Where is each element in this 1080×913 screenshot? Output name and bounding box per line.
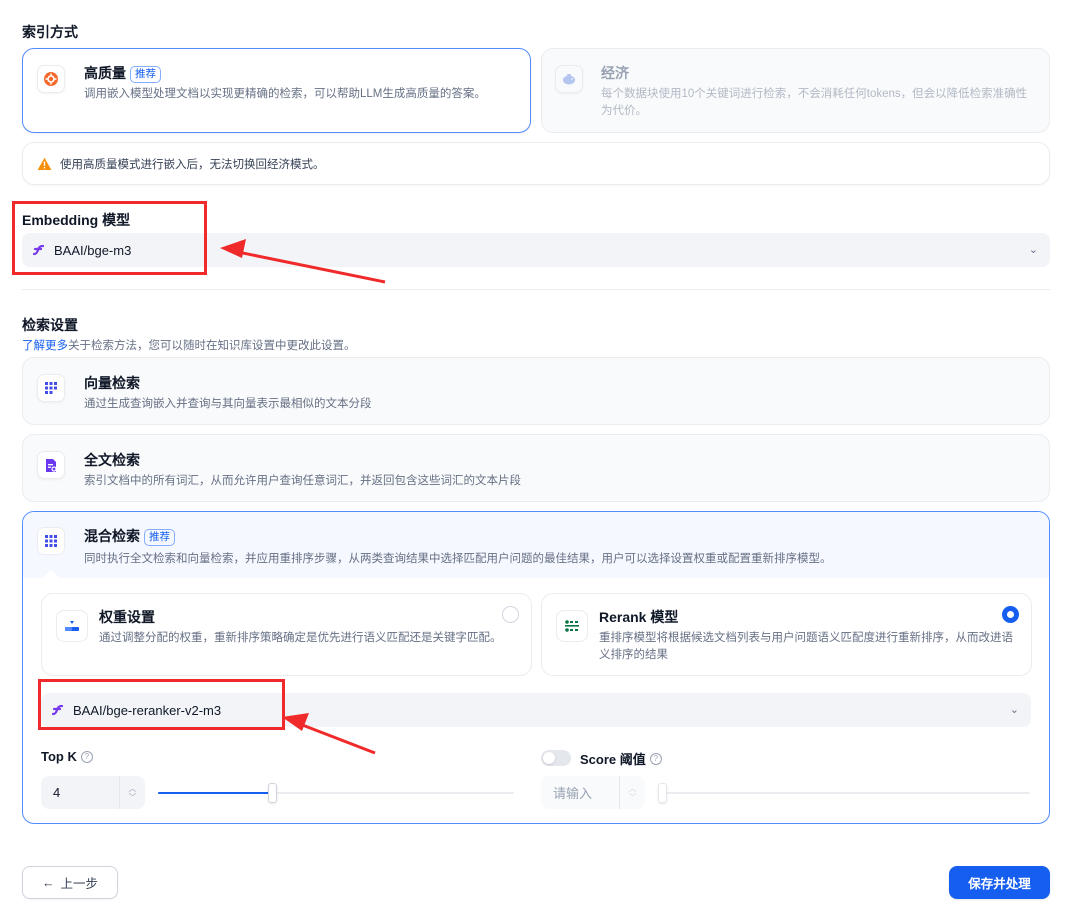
vector-grid-icon	[37, 374, 65, 402]
weight-settings-radio[interactable]	[502, 606, 519, 623]
rerank-highlight-box	[38, 679, 285, 730]
score-threshold-slider[interactable]	[658, 783, 1030, 803]
top-k-slider-thumb[interactable]	[268, 783, 277, 803]
help-icon[interactable]: ?	[649, 752, 662, 765]
stepper-down-icon: ﹀	[128, 792, 137, 802]
weight-settings-option[interactable]: 权重设置 通过调整分配的权重，重新排序策略确定是优先进行语义匹配还是关键字匹配。	[41, 593, 532, 676]
hybrid-header	[23, 512, 1049, 578]
high-quality-title: 高质量 推荐	[84, 63, 161, 83]
mode-warning: 使用高质量模式进行嵌入后，无法切换回经济模式。	[22, 142, 1050, 185]
help-icon[interactable]: ?	[80, 750, 93, 763]
top-k-slider[interactable]	[158, 783, 514, 803]
rerank-model-desc: 重排序模型将根据候选文档列表与用户问题语义匹配度进行重新排序，从而改进语义排序的…	[599, 632, 1013, 661]
retrieval-title: 检索设置	[22, 317, 78, 333]
rerank-model-option[interactable]: Rerank 模型 重排序模型将根据候选文档列表与用户问题语义匹配度进行重新排序…	[541, 593, 1032, 676]
rerank-model-title: Rerank 模型	[599, 609, 679, 625]
top-k-stepper[interactable]: ︿ ﹀	[119, 776, 145, 809]
hybrid-search-option[interactable]: 混合检索 推荐 同时执行全文检索和向量检索，并应用重排序步骤，从两类查询结果中选择…	[22, 511, 1050, 824]
embedding-highlight-box	[12, 201, 207, 275]
weight-settings-desc: 通过调整分配的权重，重新排序策略确定是优先进行语义匹配还是关键字匹配。	[99, 632, 502, 644]
hybrid-desc: 同时执行全文检索和向量检索，并应用重排序步骤，从两类查询结果中选择匹配用户问题的…	[84, 553, 832, 565]
score-threshold-toggle[interactable]	[541, 750, 571, 766]
high-quality-option[interactable]: 高质量 推荐 调用嵌入模型处理文档以实现更精确的检索，可以帮助LLM生成高质量的答…	[22, 48, 531, 133]
document-search-icon	[37, 451, 65, 479]
fulltext-search-option[interactable]: 全文检索 索引文档中的所有词汇，从而允许用户查询任意词汇，并返回包含这些词汇的文…	[22, 434, 1050, 502]
stepper-down-icon: ﹀	[628, 792, 637, 802]
top-k-slider-fill	[158, 792, 272, 794]
score-slider-thumb[interactable]	[658, 783, 667, 803]
economy-title: 经济	[601, 65, 629, 81]
section-divider	[22, 289, 1050, 290]
top-k-input[interactable]: 4 ︿ ﹀	[41, 776, 145, 809]
chevron-down-icon: ⌄	[1009, 704, 1019, 716]
index-mode-title: 索引方式	[22, 24, 78, 40]
back-button[interactable]: ← 上一步	[22, 866, 118, 899]
vector-search-title: 向量检索	[84, 375, 140, 391]
top-k-label: Top K?	[41, 749, 93, 764]
score-threshold-placeholder: 请输入	[553, 786, 593, 801]
score-stepper[interactable]: ︿ ﹀	[619, 776, 645, 809]
learn-more-link[interactable]: 了解更多	[22, 340, 68, 352]
top-k-value: 4	[53, 785, 61, 800]
stepper-up-icon: ︿	[628, 783, 637, 793]
recommended-badge: 推荐	[130, 66, 161, 83]
rerank-icon	[556, 610, 588, 642]
warning-text: 使用高质量模式进行嵌入后，无法切换回经济模式。	[60, 158, 325, 171]
fulltext-search-title: 全文检索	[84, 452, 140, 468]
high-quality-desc: 调用嵌入模型处理文档以实现更精确的检索，可以帮助LLM生成高质量的答案。	[84, 88, 486, 100]
stepper-up-icon: ︿	[128, 783, 137, 793]
score-threshold-label: Score 阈值?	[580, 749, 662, 768]
learn-more-line: 了解更多关于检索方法，您可以随时在知识库设置中更改此设置。	[22, 340, 356, 352]
vector-search-option[interactable]: 向量检索 通过生成查询嵌入并查询与其向量表示最相似的文本分段	[22, 357, 1050, 425]
piggy-bank-icon	[555, 65, 583, 93]
save-and-process-button[interactable]: 保存并处理	[949, 866, 1050, 899]
weight-settings-title: 权重设置	[99, 609, 155, 625]
recommended-badge: 推荐	[144, 529, 175, 546]
hybrid-grid-icon	[37, 527, 65, 555]
fulltext-search-desc: 索引文档中的所有词汇，从而允许用户查询任意词汇，并返回包含这些词汇的文本片段	[84, 475, 521, 487]
high-quality-icon	[37, 65, 65, 93]
arrow-left-icon: ←	[41, 875, 55, 890]
economy-option[interactable]: 经济 每个数据块使用10个关键词进行检索，不会消耗任何tokens，但会以降低检…	[541, 48, 1050, 133]
chevron-down-icon: ⌄	[1028, 244, 1038, 256]
economy-desc: 每个数据块使用10个关键词进行检索，不会消耗任何tokens，但会以降低检索准确…	[601, 88, 1028, 117]
score-threshold-input[interactable]: 请输入 ︿ ﹀	[541, 776, 645, 809]
weight-sliders-icon	[56, 610, 88, 642]
warning-triangle-icon	[37, 157, 52, 171]
vector-search-desc: 通过生成查询嵌入并查询与其向量表示最相似的文本分段	[84, 398, 372, 410]
hybrid-title: 混合检索 推荐	[84, 526, 175, 546]
rerank-model-radio[interactable]	[1002, 606, 1019, 623]
